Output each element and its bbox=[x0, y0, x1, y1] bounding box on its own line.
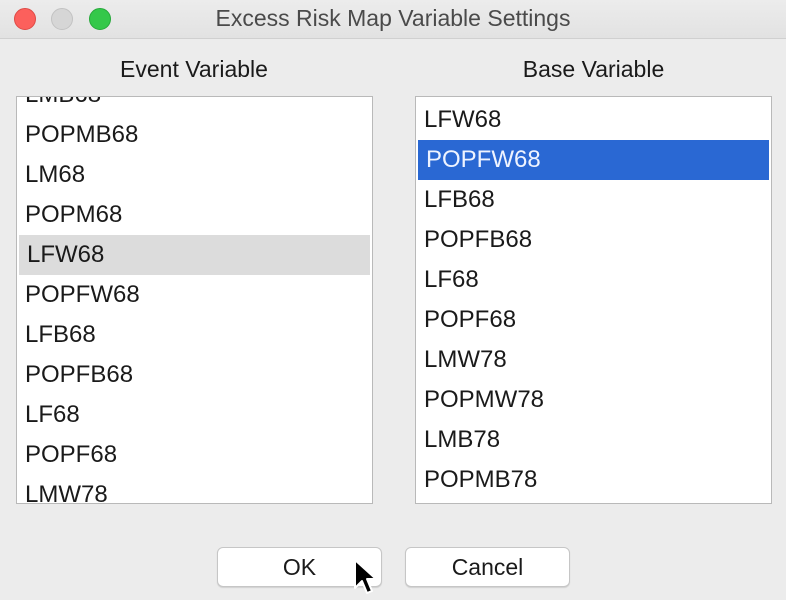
list-item[interactable]: LFB68 bbox=[17, 315, 372, 355]
list-item[interactable]: LM68 bbox=[17, 155, 372, 195]
event-variable-label: Event Variable bbox=[120, 56, 268, 82]
list-item[interactable]: LFW68 bbox=[416, 100, 771, 140]
list-item-highlighted[interactable]: LFW68 bbox=[19, 235, 370, 275]
list-item[interactable]: LMW78 bbox=[416, 340, 771, 380]
title-bar: Excess Risk Map Variable Settings bbox=[0, 0, 786, 39]
base-variable-list-items: LFW68 POPFW68 LFB68 POPFB68 LF68 POPF68 … bbox=[416, 100, 771, 500]
event-variable-list[interactable]: LMB68 POPMB68 LM68 POPM68 LFW68 POPFW68 … bbox=[16, 96, 373, 504]
base-variable-list[interactable]: LFW68 POPFW68 LFB68 POPFB68 LF68 POPF68 … bbox=[415, 96, 772, 504]
list-item[interactable]: POPF68 bbox=[416, 300, 771, 340]
list-item[interactable]: POPFB68 bbox=[17, 355, 372, 395]
list-item[interactable]: POPMB68 bbox=[17, 115, 372, 155]
list-item[interactable]: POPMW78 bbox=[416, 380, 771, 420]
list-item[interactable]: POPM68 bbox=[17, 195, 372, 235]
window-title: Excess Risk Map Variable Settings bbox=[215, 5, 571, 31]
list-item[interactable]: LMB78 bbox=[416, 420, 771, 460]
base-variable-label: Base Variable bbox=[522, 56, 665, 82]
list-item[interactable]: POPFB68 bbox=[416, 220, 771, 260]
list-item[interactable]: LF68 bbox=[416, 260, 771, 300]
event-variable-list-items: LMB68 POPMB68 LM68 POPM68 LFW68 POPFW68 … bbox=[17, 97, 372, 503]
list-item[interactable]: LMB68 bbox=[17, 97, 372, 115]
cancel-button[interactable]: Cancel bbox=[405, 547, 570, 587]
arrow-pointer-icon bbox=[354, 559, 377, 594]
list-item[interactable]: LFB68 bbox=[416, 180, 771, 220]
list-item[interactable]: POPMB78 bbox=[416, 460, 771, 500]
list-item[interactable]: POPF68 bbox=[17, 435, 372, 475]
list-item[interactable]: LF68 bbox=[17, 395, 372, 435]
list-item[interactable]: LMW78 bbox=[17, 475, 372, 503]
list-item-selected[interactable]: POPFW68 bbox=[418, 140, 769, 180]
list-item[interactable]: POPFW68 bbox=[17, 275, 372, 315]
